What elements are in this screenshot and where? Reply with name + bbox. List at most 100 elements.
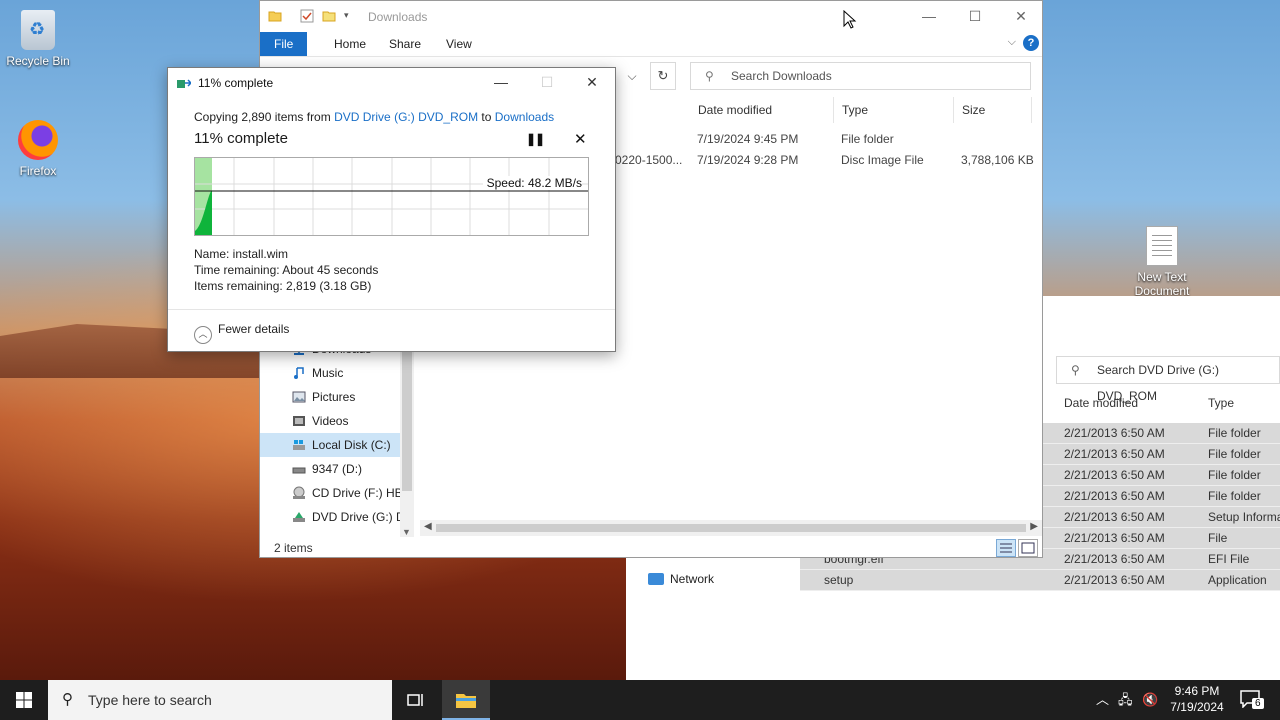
close-button[interactable]: ✕	[998, 1, 1044, 32]
column-type[interactable]: Type	[834, 97, 954, 123]
dialog-title: 11% complete	[198, 76, 274, 90]
minimize-button[interactable]: —	[906, 1, 952, 32]
column-date-modified[interactable]: Date modified	[690, 97, 834, 123]
task-view-button[interactable]	[392, 680, 440, 720]
copy-description: Copying 2,890 items from DVD Drive (G:) …	[194, 110, 555, 124]
large-icons-view-button[interactable]	[1018, 539, 1038, 557]
help-icon[interactable]: ?	[1023, 35, 1039, 51]
network-label: Network	[670, 572, 715, 586]
title-bar[interactable]: ▾ Downloads — ☐ ✕	[260, 1, 1042, 32]
taskbar-search-placeholder: Type here to search	[88, 692, 212, 708]
clock-time: 9:46 PM	[1174, 684, 1220, 698]
file-explorer-icon	[456, 694, 476, 708]
dvd-column-headers: Date modified Type	[1056, 392, 1280, 416]
dialog-minimize-button[interactable]: —	[478, 68, 524, 98]
transfer-speed-graph: Speed: 48.2 MB/s	[194, 157, 589, 236]
tab-file[interactable]: File	[260, 32, 308, 56]
address-history-chevron-icon[interactable]: ⌵	[622, 64, 642, 88]
sidebar-item-dvd-drive-g[interactable]: DVD Drive (G:) D	[260, 505, 400, 529]
divider	[168, 309, 615, 310]
column-date-modified[interactable]: Date modified	[1064, 396, 1138, 410]
dvd-drive-icon	[293, 512, 305, 522]
source-link[interactable]: DVD Drive (G:) DVD_ROM	[334, 110, 478, 124]
nav-item-network[interactable]: Network	[648, 572, 714, 586]
sidebar-item-music[interactable]: Music	[260, 361, 400, 385]
scrollbar-thumb[interactable]	[402, 351, 412, 491]
chevron-up-icon: ︿	[194, 326, 212, 344]
navigation-scrollbar[interactable]: ▼	[400, 351, 414, 537]
time-remaining: Time remaining: About 45 seconds	[194, 263, 379, 277]
pause-button[interactable]: ❚❚	[526, 132, 545, 146]
large-icons-view-icon	[1021, 542, 1035, 554]
destination-link[interactable]: Downloads	[495, 110, 554, 124]
dialog-close-button[interactable]: ✕	[569, 68, 615, 98]
items-remaining: Items remaining: 2,819 (3.18 GB)	[194, 279, 372, 293]
dvd-search-input[interactable]: ⚲ Search DVD Drive (G:) DVD_ROM	[1056, 356, 1280, 403]
sidebar-item-cd-drive-f[interactable]: CD Drive (F:) HB	[260, 481, 400, 505]
show-hidden-icons-chevron-icon[interactable]: ︿	[1096, 680, 1109, 720]
scrollbar-thumb[interactable]	[436, 524, 1026, 532]
desktop-icon-firefox[interactable]: Firefox	[0, 120, 76, 178]
folder-icon	[268, 11, 282, 22]
pictures-icon	[292, 391, 306, 403]
tab-home[interactable]: Home	[320, 32, 380, 56]
scroll-left-icon[interactable]: ◀	[424, 521, 432, 532]
tab-share[interactable]: Share	[375, 32, 435, 56]
file-row[interactable]: 0220-1500... 7/19/2024 9:28 PM Disc Imag…	[615, 149, 1035, 170]
text-file-icon	[1146, 226, 1178, 266]
taskbar: ⚲ Type here to search ︿ 🖧 🔇 9:46 PM 7/19…	[0, 680, 1280, 720]
search-placeholder: Search Downloads	[731, 69, 832, 83]
drive-icon	[292, 467, 306, 474]
tab-view[interactable]: View	[432, 32, 486, 56]
copy-item-name: Name: install.wim	[194, 247, 289, 261]
sidebar-item-local-disk-c[interactable]: Local Disk (C:)	[260, 433, 400, 457]
new-folder-icon[interactable]	[322, 9, 336, 23]
dialog-maximize-button: ☐	[540, 74, 554, 90]
cd-drive-icon	[293, 486, 305, 499]
sidebar-item-drive-d[interactable]: 9347 (D:)	[260, 457, 400, 481]
notification-count-badge: 6	[1252, 698, 1264, 709]
taskbar-clock[interactable]: 9:46 PM 7/19/2024	[1162, 683, 1232, 715]
maximize-button[interactable]: ☐	[952, 1, 998, 32]
search-input[interactable]: ⚲ Search Downloads	[690, 62, 1031, 90]
action-center-button[interactable]: 6	[1236, 680, 1280, 720]
file-row[interactable]: 7/19/2024 9:45 PM File folder	[615, 128, 1035, 149]
task-view-icon	[407, 694, 423, 706]
ribbon-tabs: File Home Share View ⌵ ?	[260, 32, 1042, 57]
refresh-button[interactable]: ↻	[650, 62, 676, 90]
sidebar-item-pictures[interactable]: Pictures	[260, 385, 400, 409]
properties-icon[interactable]	[300, 9, 314, 23]
network-tray-icon[interactable]: 🖧	[1118, 680, 1133, 720]
window-title: Downloads	[368, 10, 428, 24]
taskbar-file-explorer-button[interactable]	[442, 680, 490, 720]
fewer-details-button[interactable]: ︿ Fewer details	[194, 322, 289, 344]
column-type[interactable]: Type	[1208, 396, 1234, 410]
copy-progress-dialog: 11% complete — ☐ ✕ Copying 2,890 items f…	[167, 67, 616, 352]
videos-icon	[293, 416, 305, 426]
table-row[interactable]: setup 2/21/2013 6:50 AM Application	[800, 570, 1280, 591]
recycle-bin-icon	[21, 10, 55, 50]
desktop-icon-recycle-bin[interactable]: Recycle Bin	[0, 10, 76, 68]
cancel-copy-button[interactable]: ✕	[574, 130, 587, 148]
details-view-button[interactable]	[996, 539, 1016, 557]
start-button[interactable]	[0, 680, 48, 720]
expand-ribbon-icon[interactable]: ⌵	[1008, 36, 1016, 49]
local-disk-icon	[293, 440, 305, 450]
column-size[interactable]: Size	[954, 97, 1032, 123]
status-item-count: 2 items	[274, 541, 313, 555]
desktop-icon-label: New Text Document	[1134, 270, 1190, 296]
fewer-details-label: Fewer details	[218, 322, 290, 336]
sidebar-item-videos[interactable]: Videos	[260, 409, 400, 433]
customize-quick-access-icon[interactable]: ▾	[344, 10, 349, 21]
network-icon	[648, 573, 664, 585]
copy-icon	[177, 79, 191, 88]
search-icon: ⚲	[62, 691, 73, 708]
taskbar-search-input[interactable]: ⚲ Type here to search	[48, 680, 392, 720]
scroll-right-icon[interactable]: ▶	[1030, 521, 1038, 532]
desktop-icon-new-text-document[interactable]: New Text Document	[1124, 226, 1200, 296]
volume-muted-icon[interactable]: 🔇	[1142, 680, 1158, 720]
scroll-down-icon[interactable]: ▼	[402, 527, 411, 537]
horizontal-scrollbar[interactable]: ◀ ▶	[420, 520, 1042, 536]
details-view-icon	[1000, 543, 1012, 553]
firefox-icon	[18, 120, 58, 160]
